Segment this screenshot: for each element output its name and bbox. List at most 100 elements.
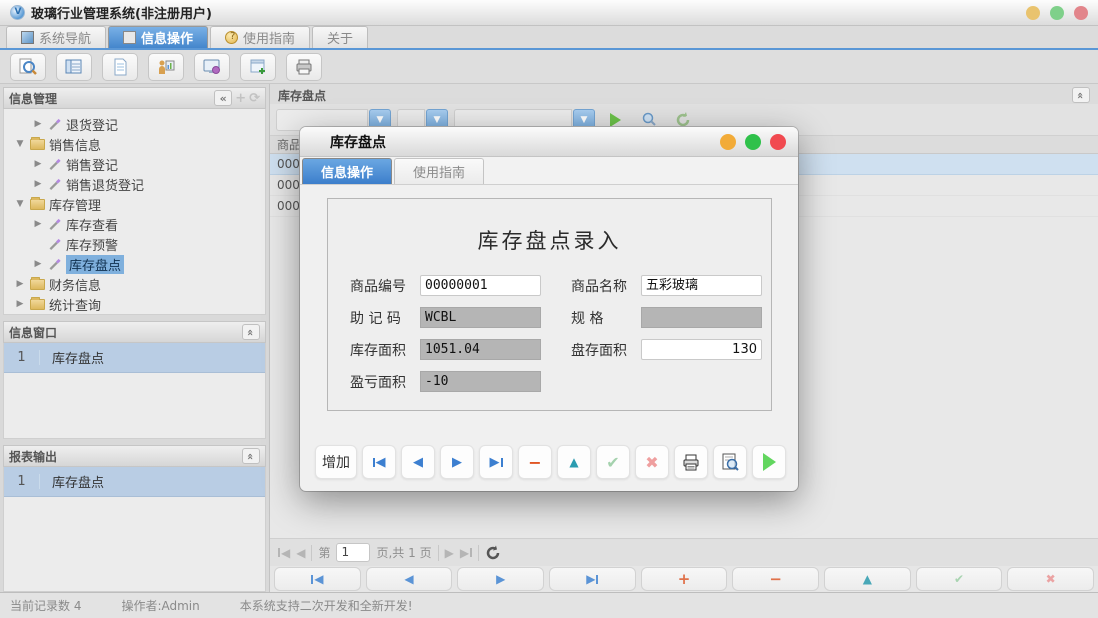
- maximize-button[interactable]: [1050, 6, 1064, 20]
- page-suffix-label: 页,共 1 页: [376, 544, 431, 561]
- expand-arrow-icon[interactable]: ▶: [32, 219, 44, 229]
- tree-item-inventory-management[interactable]: ▼ 库存管理: [6, 194, 263, 214]
- field-label-counted-area: 盘存面积: [571, 340, 635, 360]
- field-label-spec: 规 格: [571, 308, 635, 328]
- tree-item-inventory-count[interactable]: ▶ 库存盘点: [6, 254, 263, 274]
- profit-loss-area-field: -10: [420, 371, 541, 392]
- prev-record-button[interactable]: ◀: [401, 445, 435, 479]
- tree-item-label: 库存查看: [66, 215, 118, 234]
- list-item[interactable]: 1 库存盘点: [4, 467, 265, 497]
- dialog-title-bar[interactable]: 库存盘点: [300, 127, 798, 157]
- edit-record-button[interactable]: ▲: [824, 567, 911, 591]
- next-record-button[interactable]: ▶: [440, 445, 474, 479]
- dialog-maximize-button[interactable]: [745, 134, 761, 150]
- dialog-close-button[interactable]: [770, 134, 786, 150]
- search-button[interactable]: [10, 53, 46, 81]
- refresh-icon: ⟳: [249, 91, 260, 106]
- dialog-button-bar: 增加 ◀ ◀ ▶ ▶ − ▲ ✔ ✖: [315, 445, 786, 479]
- field-label-product-code: 商品编号: [350, 276, 414, 296]
- first-record-button[interactable]: ◀: [362, 445, 396, 479]
- tree-item-statistics-query[interactable]: ▶ 统计查询: [6, 294, 263, 314]
- dialog-tab-user-guide[interactable]: 使用指南: [394, 158, 484, 184]
- first-record-button[interactable]: ◀: [274, 567, 361, 591]
- field-label-mnemonic: 助 记 码: [350, 308, 414, 328]
- collapse-arrow-icon[interactable]: ▼: [14, 199, 26, 209]
- tree-item-inventory-warning[interactable]: 库存预警: [6, 234, 263, 254]
- print-button[interactable]: [674, 445, 708, 479]
- first-page-icon[interactable]: ◀: [278, 546, 290, 560]
- collapse-up-icon[interactable]: «: [242, 448, 260, 464]
- expand-arrow-icon[interactable]: ▶: [32, 179, 44, 189]
- collapse-left-icon[interactable]: «: [214, 90, 232, 106]
- last-record-button[interactable]: ▶: [479, 445, 513, 479]
- tree-item-sales-info[interactable]: ▼ 销售信息: [6, 134, 263, 154]
- tree-item-finance-info[interactable]: ▶ 财务信息: [6, 274, 263, 294]
- confirm-button[interactable]: ✔: [596, 445, 630, 479]
- tab-label: 使用指南: [243, 28, 295, 47]
- window-controls: [1026, 6, 1088, 20]
- expand-arrow-icon[interactable]: ▶: [14, 299, 26, 309]
- collapse-up-icon[interactable]: «: [242, 324, 260, 340]
- wand-icon: [48, 258, 62, 271]
- expand-arrow-icon[interactable]: ▶: [32, 119, 44, 129]
- document-button[interactable]: [102, 53, 138, 81]
- user-report-button[interactable]: [148, 53, 184, 81]
- last-record-button[interactable]: ▶: [549, 567, 636, 591]
- printer-button[interactable]: [286, 53, 322, 81]
- last-page-icon[interactable]: ▶: [460, 546, 472, 560]
- expand-arrow-icon[interactable]: ▶: [32, 259, 44, 269]
- app-window: 玻璃行业管理系统(非注册用户) 系统导航 信息操作 使用指南 关于: [0, 0, 1098, 618]
- run-button[interactable]: [752, 445, 786, 479]
- page-number-input[interactable]: 1: [336, 543, 370, 562]
- delete-record-button[interactable]: −: [518, 445, 552, 479]
- dialog-minimize-button[interactable]: [720, 134, 736, 150]
- cancel-button[interactable]: ✖: [1007, 567, 1094, 591]
- record-toolbar: ◀ ◀ ▶ ▶ + − ▲ ✔ ✖: [270, 566, 1098, 592]
- close-button[interactable]: [1074, 6, 1088, 20]
- tab-system-nav[interactable]: 系统导航: [6, 26, 106, 48]
- preview-button[interactable]: [713, 445, 747, 479]
- collapse-up-icon[interactable]: «: [1072, 87, 1090, 103]
- add-window-button[interactable]: [240, 53, 276, 81]
- dialog-tab-info-operations[interactable]: 信息操作: [302, 158, 392, 184]
- product-name-field[interactable]: 五彩玻璃: [641, 275, 762, 296]
- table-icon: [64, 58, 84, 76]
- folder-icon: [30, 199, 45, 210]
- tree-item-sales-registration[interactable]: ▶ 销售登记: [6, 154, 263, 174]
- monitor-button[interactable]: [194, 53, 230, 81]
- edit-record-button[interactable]: ▲: [557, 445, 591, 479]
- cancel-button[interactable]: ✖: [635, 445, 669, 479]
- minimize-button[interactable]: [1026, 6, 1040, 20]
- confirm-button[interactable]: ✔: [916, 567, 1003, 591]
- info-window-header: 信息窗口 «: [3, 321, 266, 343]
- prev-record-button[interactable]: ◀: [366, 567, 453, 591]
- list-item[interactable]: 1 库存盘点: [4, 343, 265, 373]
- icon-toolbar: [0, 50, 1098, 84]
- tab-about[interactable]: 关于: [312, 26, 368, 48]
- counted-area-field[interactable]: 130: [641, 339, 762, 360]
- expand-arrow-icon[interactable]: ▶: [14, 279, 26, 289]
- product-code-field[interactable]: 00000001: [420, 275, 541, 296]
- tab-user-guide[interactable]: 使用指南: [210, 26, 310, 48]
- add-record-button[interactable]: +: [641, 567, 728, 591]
- folder-icon: [30, 299, 45, 310]
- printer-icon: [681, 452, 701, 472]
- tree-item-sales-return[interactable]: ▶ 销售退货登记: [6, 174, 263, 194]
- collapse-arrow-icon[interactable]: ▼: [14, 139, 26, 149]
- tree-item-return-registration[interactable]: ▶ 退货登记: [6, 114, 263, 134]
- prev-page-icon[interactable]: ◀: [296, 546, 305, 560]
- next-page-icon[interactable]: ▶: [445, 546, 454, 560]
- add-button[interactable]: 增加: [315, 445, 357, 479]
- expand-arrow-icon[interactable]: ▶: [32, 159, 44, 169]
- tab-info-operations[interactable]: 信息操作: [108, 26, 208, 48]
- nav-tree: ▶ 退货登记 ▼ 销售信息 ▶ 销售登记 ▶ 销售退货登记: [3, 109, 266, 315]
- tab-label: 系统导航: [39, 28, 91, 47]
- tree-item-label-selected: 库存盘点: [66, 255, 124, 274]
- folder-icon: [30, 139, 45, 150]
- dialog-tab-bar: 信息操作 使用指南: [300, 157, 798, 185]
- delete-record-button[interactable]: −: [732, 567, 819, 591]
- refresh-icon[interactable]: [485, 545, 501, 561]
- table-view-button[interactable]: [56, 53, 92, 81]
- tree-item-inventory-view[interactable]: ▶ 库存查看: [6, 214, 263, 234]
- next-record-button[interactable]: ▶: [457, 567, 544, 591]
